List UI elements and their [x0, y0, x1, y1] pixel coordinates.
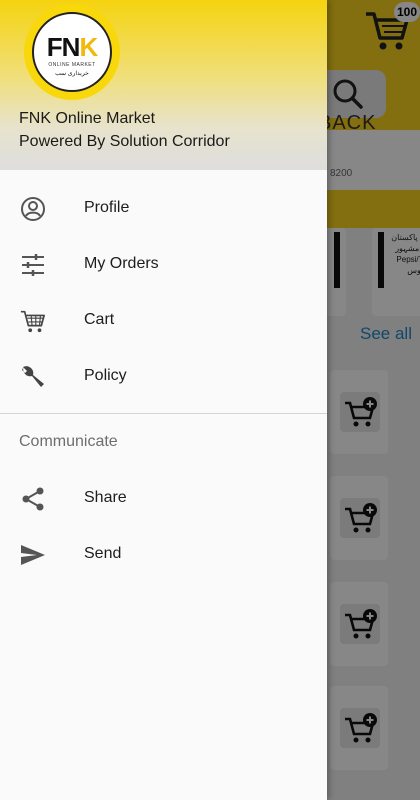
drawer-menu: Profile My Orders Cart Policy — [0, 180, 327, 404]
logo-mark: FNK — [46, 32, 98, 62]
drawer-title: FNK Online Market — [19, 110, 156, 127]
account-circle-icon — [21, 197, 45, 221]
menu-item-label: Share — [84, 489, 127, 506]
wrench-icon — [22, 366, 44, 387]
menu-item-label: Send — [84, 545, 122, 562]
app-logo: FNK ONLINE MARKET خریداری سب — [24, 4, 120, 100]
menu-item-cart[interactable]: Cart — [0, 292, 327, 348]
logo-badge: FNK ONLINE MARKET خریداری سب — [32, 12, 112, 92]
drawer-menu-communicate: Share Send — [0, 470, 327, 582]
menu-item-policy[interactable]: Policy — [0, 348, 327, 404]
drawer-subtitle: Powered By Solution Corridor — [19, 133, 230, 150]
sliders-icon — [22, 254, 44, 276]
section-title-communicate: Communicate — [19, 433, 118, 450]
menu-item-label: Policy — [84, 367, 127, 384]
logo-urdu-text: خریداری سب — [55, 71, 89, 77]
menu-item-label: My Orders — [84, 255, 159, 272]
send-icon — [21, 545, 45, 565]
menu-item-profile[interactable]: Profile — [0, 180, 327, 236]
menu-item-send[interactable]: Send — [0, 526, 327, 582]
navigation-drawer: FNK ONLINE MARKET خریداری سب FNK Online … — [0, 0, 327, 800]
menu-item-label: Cart — [84, 311, 115, 328]
menu-item-label: Profile — [84, 199, 130, 216]
menu-item-my-orders[interactable]: My Orders — [0, 236, 327, 292]
menu-divider — [0, 413, 327, 414]
menu-item-share[interactable]: Share — [0, 470, 327, 526]
share-icon — [22, 487, 44, 511]
cart-icon — [20, 310, 45, 333]
drawer-header: FNK ONLINE MARKET خریداری سب FNK Online … — [0, 0, 327, 170]
logo-mark-k: K — [79, 32, 98, 62]
logo-subtitle: ONLINE MARKET — [48, 62, 96, 68]
